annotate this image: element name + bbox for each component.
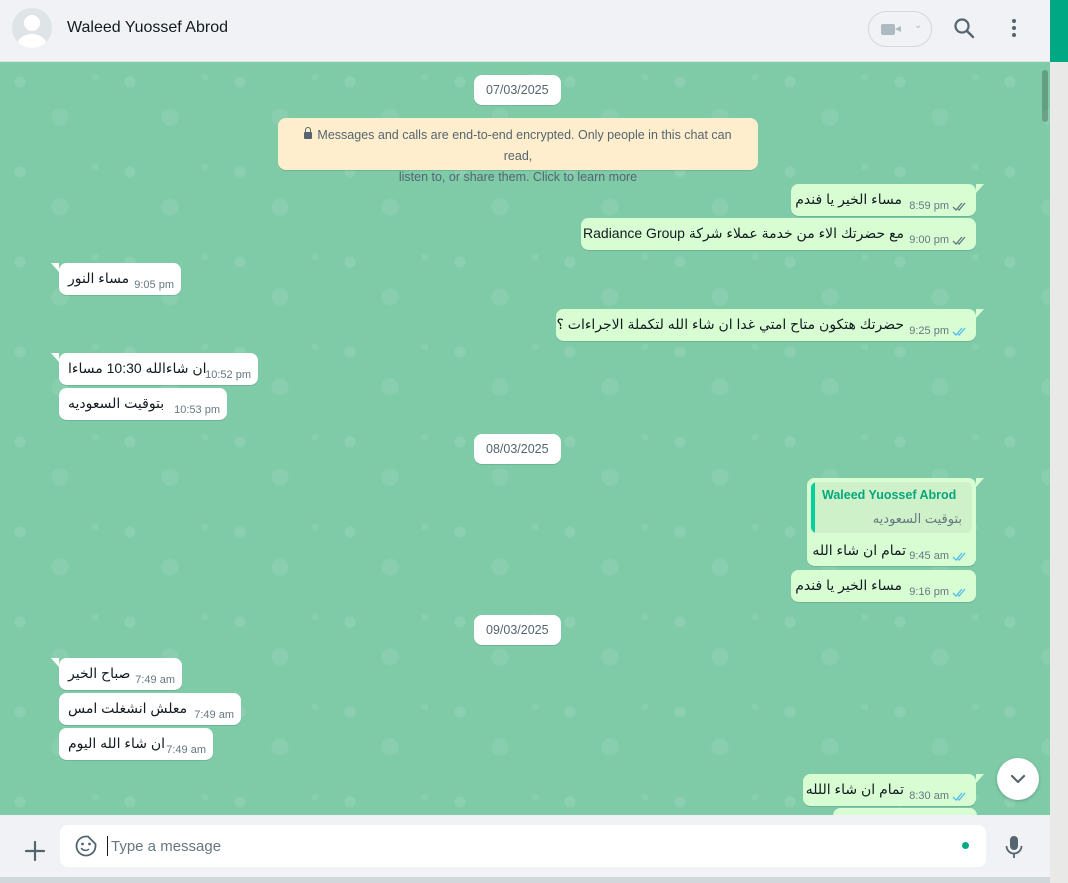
outgoing-message[interactable]: مساء الخير يا فندم 9:16 pm xyxy=(791,570,976,602)
message-time: 9:05 pm xyxy=(134,279,174,291)
chat-window: Waleed Yuossef Abrod ⌄ 07/03/2025 Messag… xyxy=(0,0,1050,883)
encryption-notice-line1: Messages and calls are end-to-end encryp… xyxy=(317,128,732,163)
quote-author: Waleed Yuossef Abrod xyxy=(822,488,957,502)
text-caret xyxy=(107,836,108,856)
message-text: حضرتك هتكون متاح امتي غدا ان شاء الله لت… xyxy=(556,316,904,332)
message-text: بتوقيت السعوديه xyxy=(68,395,165,411)
message-text: مساء الخير يا فندم xyxy=(795,577,902,593)
read-ticks-icon xyxy=(952,588,966,597)
incoming-message[interactable]: مساء النور 9:05 pm xyxy=(51,263,181,295)
message-text: مساء الخير يا فندم xyxy=(795,191,902,207)
message-input-box[interactable] xyxy=(60,825,986,867)
chat-header: Waleed Yuossef Abrod ⌄ xyxy=(0,0,1050,62)
message-text: ان شاءالله 10:30 مساءا xyxy=(68,360,207,376)
message-time: 10:52 pm xyxy=(205,369,251,381)
message-time: 9:45 am xyxy=(909,550,949,562)
plus-icon[interactable] xyxy=(23,839,47,863)
quote-text: بتوقيت السعوديه xyxy=(872,511,962,526)
message-time: 7:49 am xyxy=(166,744,206,756)
message-input[interactable] xyxy=(111,825,951,867)
video-call-button[interactable]: ⌄ xyxy=(868,11,932,47)
incoming-message[interactable]: بتوقيت السعوديه 10:53 pm xyxy=(59,388,227,420)
message-time: 9:25 pm xyxy=(909,325,949,337)
message-text: تمام ان شاء الله xyxy=(812,542,906,558)
encryption-notice-line2: listen to, or share them. Click to learn… xyxy=(398,170,638,184)
message-time: 10:53 pm xyxy=(174,404,220,416)
incoming-message[interactable]: صباح الخير 7:49 am xyxy=(51,658,182,690)
avatar[interactable] xyxy=(12,8,52,48)
message-time: 9:00 pm xyxy=(909,234,949,246)
incoming-message[interactable]: معلش انشغلت امس 7:49 am xyxy=(59,693,241,725)
quote-accent-bar xyxy=(811,482,815,533)
microphone-icon[interactable] xyxy=(1002,834,1026,860)
contact-name[interactable]: Waleed Yuossef Abrod xyxy=(67,19,228,37)
outgoing-reply-message[interactable]: Waleed Yuossef Abrod بتوقيت السعوديه تما… xyxy=(807,478,984,566)
window-right-edge xyxy=(1050,0,1068,883)
read-ticks-icon xyxy=(952,792,966,801)
lock-icon xyxy=(304,127,313,139)
read-ticks-icon xyxy=(952,327,966,336)
message-time: 7:49 am xyxy=(194,709,234,721)
message-text: ان شاء الله اليوم xyxy=(68,735,165,751)
scrollbar-thumb[interactable] xyxy=(1042,70,1048,122)
encryption-notice[interactable]: Messages and calls are end-to-end encryp… xyxy=(278,118,758,184)
date-separator: 08/03/2025 xyxy=(474,434,561,464)
status-dot xyxy=(962,842,969,849)
kebab-menu-icon[interactable] xyxy=(1002,16,1026,40)
message-time: 8:30 am xyxy=(909,790,949,802)
read-ticks-icon xyxy=(952,552,966,561)
delivered-ticks-icon xyxy=(952,236,966,245)
message-text: تمام ان شاء اللله xyxy=(805,781,904,797)
chevron-down-icon: ⌄ xyxy=(914,20,923,31)
message-text: مع حضرتك الاء من خدمة عملاء شركة Radianc… xyxy=(583,225,904,241)
message-time: 7:49 am xyxy=(135,674,175,686)
outgoing-message[interactable]: مساء الخير يا فندم 8:59 pm xyxy=(791,184,984,216)
chevron-down-icon xyxy=(1010,774,1026,784)
scroll-to-bottom-button[interactable] xyxy=(997,758,1039,800)
avatar-head-shape xyxy=(24,15,40,31)
accent-strip xyxy=(1050,0,1068,62)
outgoing-message[interactable]: حضرتك هتكون متاح امتي غدا ان شاء الله لت… xyxy=(556,309,984,341)
outgoing-message[interactable]: مع حضرتك الاء من خدمة عملاء شركة Radianc… xyxy=(581,218,976,250)
message-text: مساء النور xyxy=(68,270,130,286)
quoted-message[interactable]: Waleed Yuossef Abrod بتوقيت السعوديه xyxy=(811,482,972,533)
message-time: 9:16 pm xyxy=(909,586,949,598)
avatar-body-shape xyxy=(17,34,47,48)
video-camera-icon xyxy=(881,24,901,35)
message-text: صباح الخير xyxy=(68,665,131,681)
sticker-emoji-icon[interactable] xyxy=(74,834,98,858)
message-text: معلش انشغلت امس xyxy=(68,700,188,716)
date-separator: 09/03/2025 xyxy=(474,615,561,645)
incoming-message[interactable]: ان شاءالله 10:30 مساءا 10:52 pm xyxy=(51,353,258,385)
delivered-ticks-icon xyxy=(952,202,966,211)
search-icon[interactable] xyxy=(952,16,976,40)
message-time: 8:59 pm xyxy=(909,200,949,212)
bottom-strip xyxy=(0,877,1050,883)
incoming-message[interactable]: ان شاء الله اليوم 7:49 am xyxy=(59,728,213,760)
outgoing-message[interactable]: تمام ان شاء اللله 8:30 am xyxy=(803,774,984,806)
date-separator: 07/03/2025 xyxy=(474,75,561,105)
composer-bar xyxy=(0,815,1050,877)
